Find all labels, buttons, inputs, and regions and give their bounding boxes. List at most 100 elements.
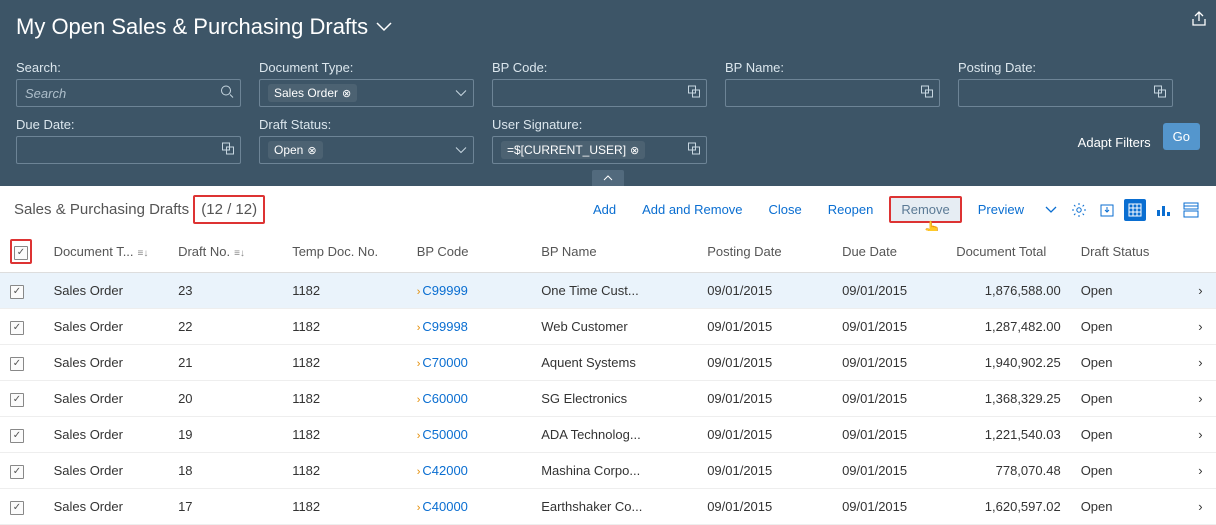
col-total[interactable]: Document Total [956,244,1046,259]
draft-status-select[interactable]: Open⊗ [259,136,474,164]
row-checkbox[interactable] [10,357,24,371]
nav-arrow-icon[interactable]: › [417,394,421,406]
cell-doc-type: Sales Order [44,381,169,417]
col-doc-type[interactable]: Document T... [54,244,134,259]
sort-icon[interactable]: ≡↓ [138,248,149,259]
nav-arrow-icon[interactable]: › [417,466,421,478]
col-status[interactable]: Draft Status [1081,244,1150,259]
chart-view-icon[interactable] [1152,199,1174,221]
value-help-icon[interactable] [1154,86,1166,101]
row-checkbox[interactable] [10,465,24,479]
clear-token-icon[interactable]: ⊗ [630,144,639,157]
sort-icon[interactable]: ≡↓ [234,248,245,259]
cell-temp-doc: 1182 [282,273,407,309]
table-row[interactable]: Sales Order181182›C42000Mashina Corpo...… [0,453,1216,489]
adapt-filters-link[interactable]: Adapt Filters [1078,135,1151,150]
row-checkbox[interactable] [10,393,24,407]
table-row[interactable]: Sales Order221182›C99998Web Customer09/0… [0,309,1216,345]
bp-code-link[interactable]: C99998 [422,319,468,334]
row-checkbox[interactable] [10,321,24,335]
close-button[interactable]: Close [759,198,812,221]
bp-code-link[interactable]: C42000 [422,463,468,478]
select-all-checkbox[interactable] [14,246,28,260]
table-row[interactable]: Sales Order171182›C40000Earthshaker Co..… [0,489,1216,525]
row-nav-icon[interactable]: › [1185,453,1216,489]
bp-code-link[interactable]: C60000 [422,391,468,406]
cell-total: 1,287,482.00 [946,309,1071,345]
cell-status: Open [1071,381,1185,417]
bp-code-link[interactable]: C50000 [422,427,468,442]
posting-date-label: Posting Date: [958,60,1173,75]
clear-token-icon[interactable]: ⊗ [342,87,351,100]
cell-posting: 09/01/2015 [697,273,832,309]
bp-name-label: BP Name: [725,60,940,75]
row-checkbox[interactable] [10,429,24,443]
reopen-button[interactable]: Reopen [818,198,884,221]
value-help-icon[interactable] [688,86,700,101]
table-row[interactable]: Sales Order201182›C60000SG Electronics09… [0,381,1216,417]
clear-token-icon[interactable]: ⊗ [307,144,316,157]
col-posting[interactable]: Posting Date [707,244,781,259]
posting-date-input[interactable] [958,79,1173,107]
col-due[interactable]: Due Date [842,244,897,259]
table-view-icon[interactable] [1124,199,1146,221]
bp-code-label: BP Code: [492,60,707,75]
share-icon[interactable] [1190,10,1208,31]
row-nav-icon[interactable]: › [1185,273,1216,309]
cell-status: Open [1071,345,1185,381]
bp-code-link[interactable]: C40000 [422,499,468,514]
row-nav-icon[interactable]: › [1185,489,1216,525]
row-checkbox[interactable] [10,285,24,299]
chevron-down-icon[interactable] [455,143,467,158]
collapse-filters-handle[interactable] [592,170,624,186]
nav-arrow-icon[interactable]: › [417,322,421,334]
chevron-down-icon[interactable] [1040,199,1062,221]
col-bp-name[interactable]: BP Name [541,244,596,259]
cell-status: Open [1071,453,1185,489]
table-row[interactable]: Sales Order231182›C99999One Time Cust...… [0,273,1216,309]
value-help-icon[interactable] [921,86,933,101]
chevron-down-icon[interactable] [455,86,467,101]
row-checkbox[interactable] [10,501,24,515]
table-row[interactable]: Sales Order191182›C50000ADA Technolog...… [0,417,1216,453]
list-title: Sales & Purchasing Drafts (12 / 12) [14,201,265,218]
cell-bp-name: Earthshaker Co... [531,489,697,525]
col-temp-doc[interactable]: Temp Doc. No. [292,244,378,259]
bp-name-input[interactable] [725,79,940,107]
add-remove-button[interactable]: Add and Remove [632,198,752,221]
col-draft-no[interactable]: Draft No. [178,244,230,259]
row-nav-icon[interactable]: › [1185,381,1216,417]
bp-code-input[interactable] [492,79,707,107]
row-nav-icon[interactable]: › [1185,309,1216,345]
go-button[interactable]: Go [1163,123,1200,150]
nav-arrow-icon[interactable]: › [417,286,421,298]
due-date-input[interactable] [16,136,241,164]
cell-draft-no: 18 [168,453,282,489]
export-icon[interactable] [1096,199,1118,221]
cell-due: 09/01/2015 [832,489,946,525]
nav-arrow-icon[interactable]: › [417,502,421,514]
doc-type-select[interactable]: Sales Order⊗ [259,79,474,107]
row-nav-icon[interactable]: › [1185,345,1216,381]
remove-button[interactable]: Remove👆 [889,196,961,223]
split-view-icon[interactable] [1180,199,1202,221]
table-row[interactable]: Sales Order211182›C70000Aquent Systems09… [0,345,1216,381]
nav-arrow-icon[interactable]: › [417,430,421,442]
row-nav-icon[interactable]: › [1185,417,1216,453]
cell-total: 1,221,540.03 [946,417,1071,453]
add-button[interactable]: Add [583,198,626,221]
bp-code-link[interactable]: C70000 [422,355,468,370]
preview-button[interactable]: Preview [968,198,1034,221]
search-input[interactable] [16,79,241,107]
bp-code-link[interactable]: C99999 [422,283,468,298]
col-bp-code[interactable]: BP Code [417,244,469,259]
value-help-icon[interactable] [222,143,234,158]
variant-dropdown-icon[interactable] [376,20,392,35]
nav-arrow-icon[interactable]: › [417,358,421,370]
search-icon[interactable] [220,85,234,102]
value-help-icon[interactable] [688,143,700,158]
drafts-table: Document T... ≡↓ Draft No. ≡↓ Temp Doc. No… [0,231,1216,525]
user-sig-input[interactable]: =$[CURRENT_USER]⊗ [492,136,707,164]
cell-draft-no: 20 [168,381,282,417]
settings-icon[interactable] [1068,199,1090,221]
